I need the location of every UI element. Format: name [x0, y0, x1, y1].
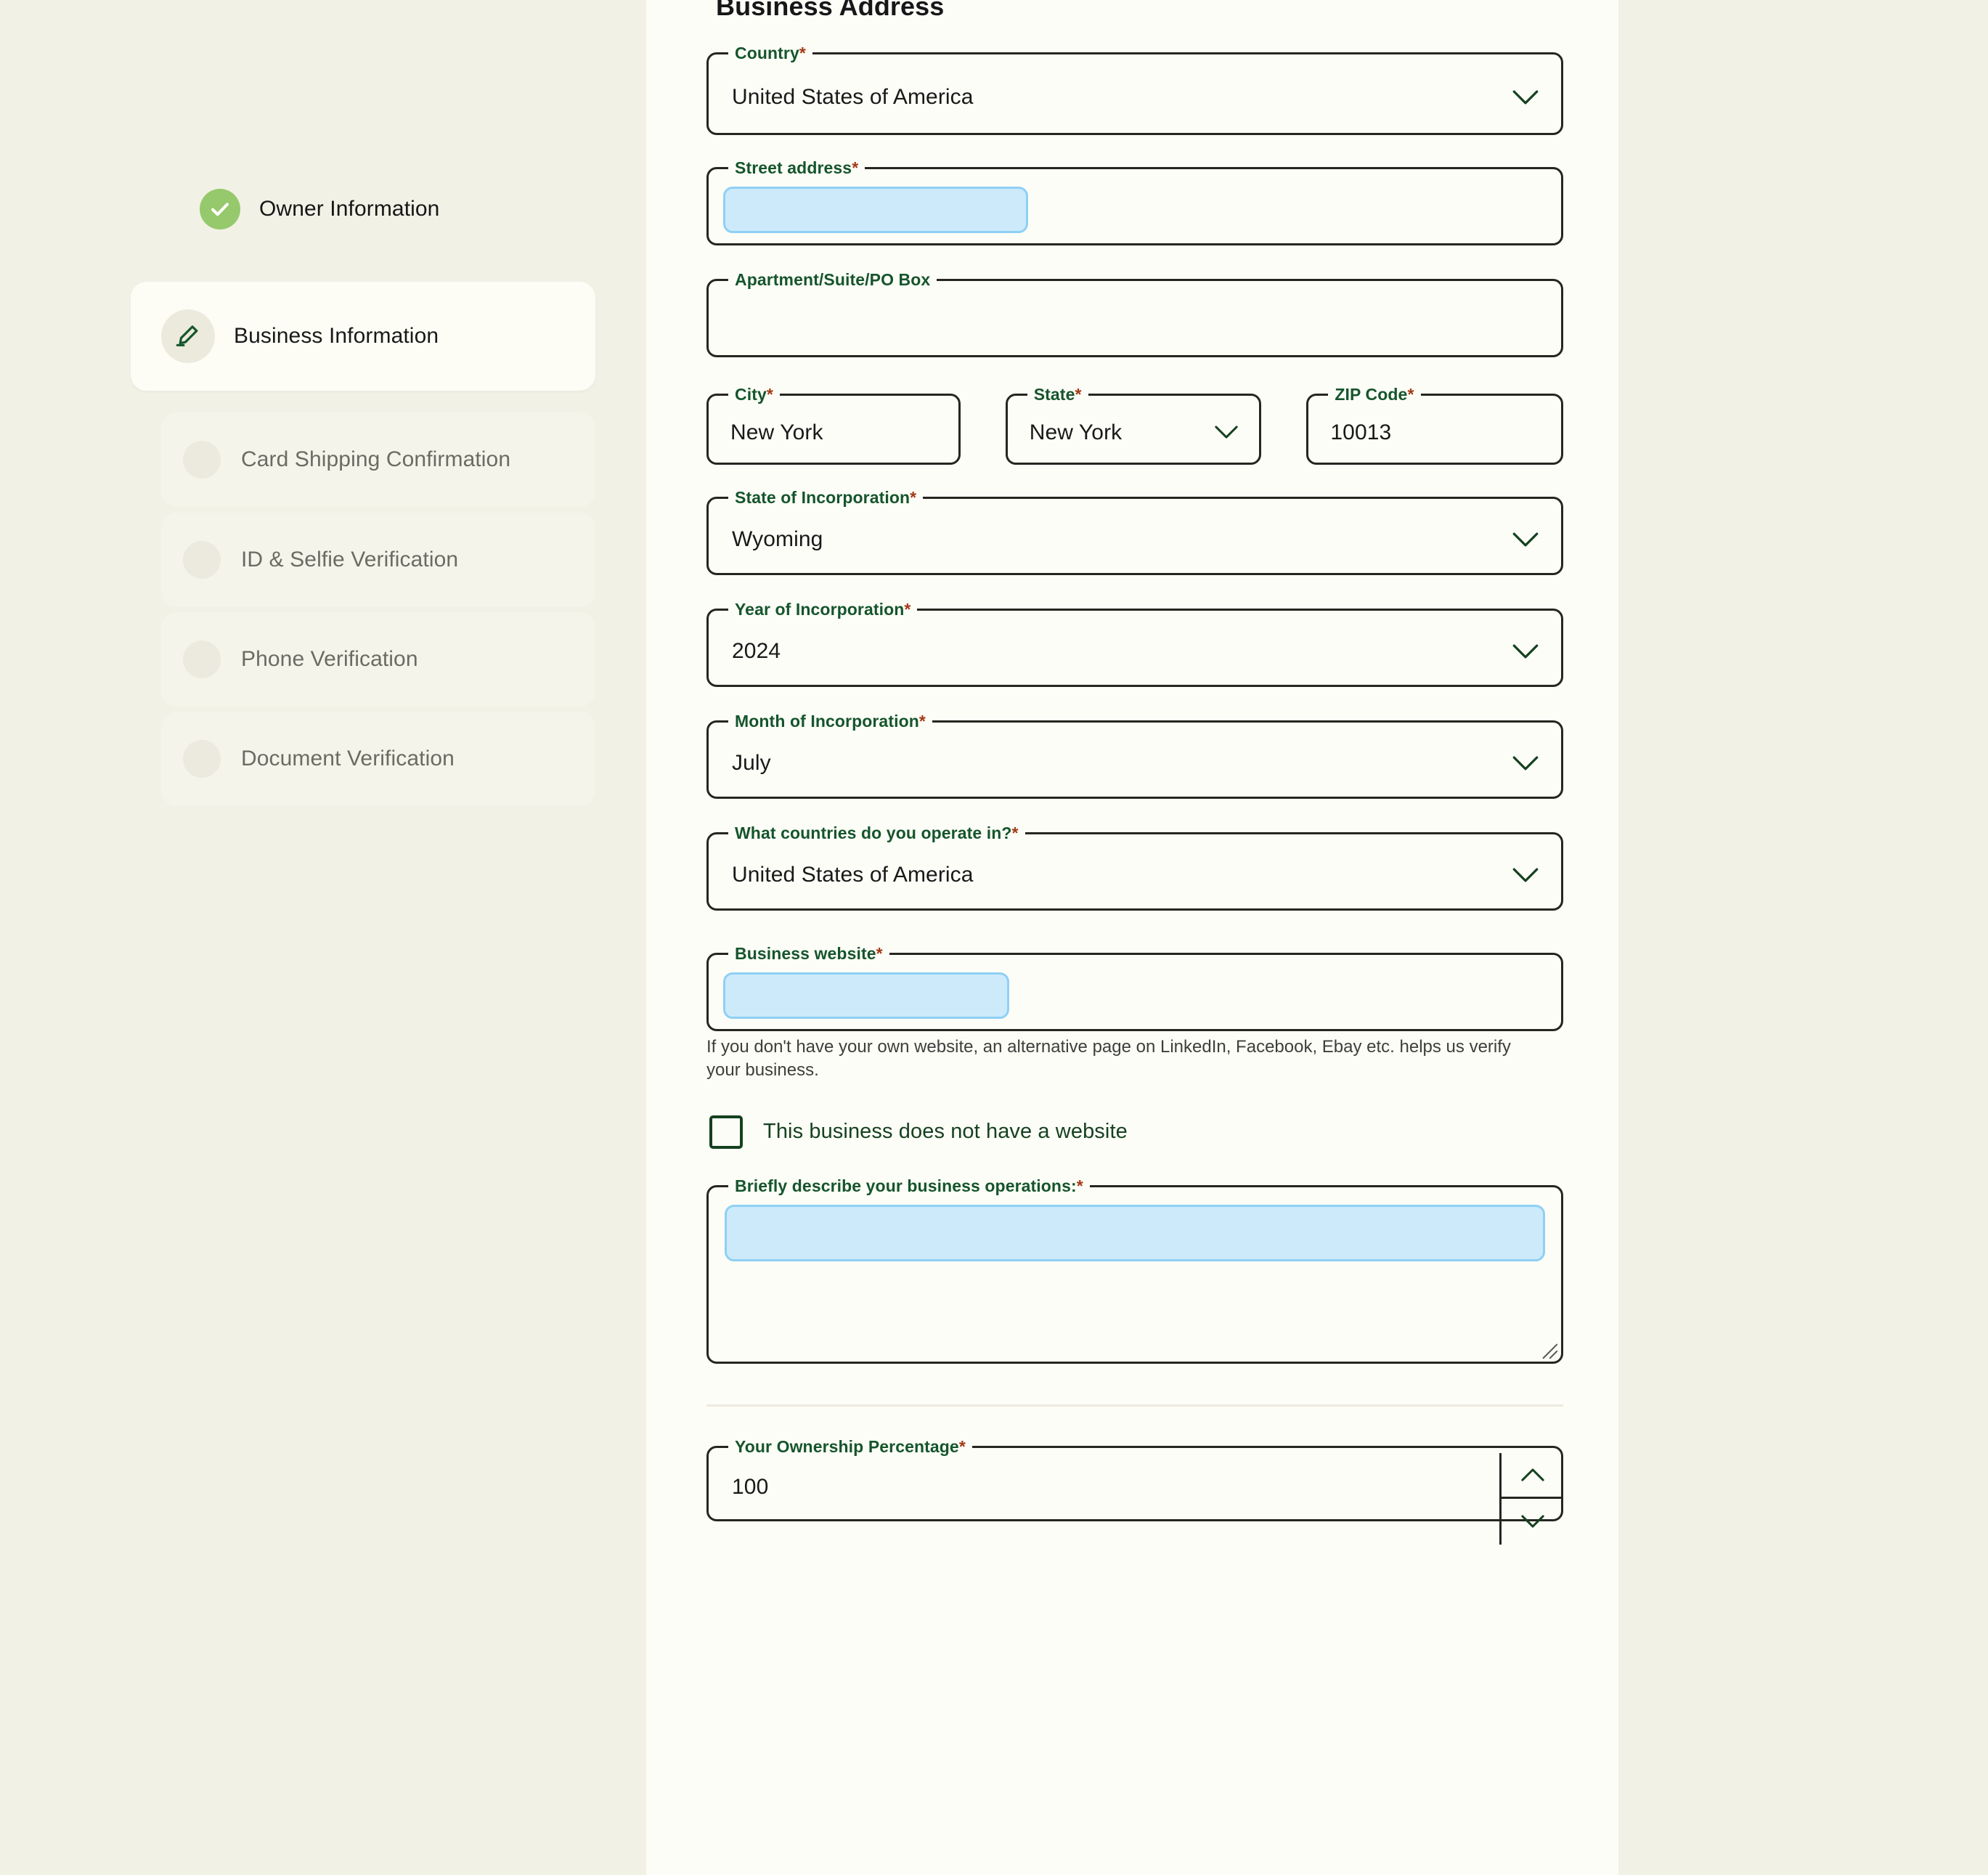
resize-handle-icon[interactable]: [1539, 1341, 1558, 1359]
stepper-decrement-button[interactable]: [1502, 1499, 1563, 1545]
sidebar-item-label: Business Information: [234, 324, 439, 349]
business-operations-textarea-field[interactable]: Briefly describe your business operation…: [706, 1178, 1563, 1364]
sidebar-item-label: Document Verification: [241, 747, 455, 771]
year-of-incorporation-select[interactable]: Year of Incorporation* 2024: [706, 601, 1563, 687]
no-website-checkbox[interactable]: [709, 1115, 743, 1149]
sidebar-item-label: Owner Information: [259, 197, 439, 221]
pencil-icon: [161, 309, 215, 363]
business-information-panel: Business Address Country* United States …: [646, 0, 1618, 1875]
city-state-zip-row: City* New York State* New York ZI: [706, 386, 1563, 465]
business-operations-input[interactable]: [725, 1205, 1545, 1261]
street-address-input[interactable]: [723, 187, 1028, 233]
sidebar-item-id-selfie-verification[interactable]: ID & Selfie Verification: [161, 513, 595, 607]
ownership-percentage-stepper: [1499, 1453, 1563, 1545]
onboarding-stepper-sidebar: Owner Information Business Information C…: [0, 0, 646, 1875]
state-select[interactable]: State* New York: [1006, 386, 1262, 465]
chevron-down-icon: [1512, 755, 1539, 771]
sidebar-item-phone-verification[interactable]: Phone Verification: [161, 612, 595, 707]
chevron-down-icon: [1512, 532, 1539, 548]
stepper-increment-button[interactable]: [1502, 1453, 1563, 1499]
ownership-percentage-field[interactable]: Your Ownership Percentage* 100: [706, 1439, 1563, 1521]
countries-operate-value: United States of America: [732, 863, 1502, 887]
onboarding-page: Owner Information Business Information C…: [0, 0, 1988, 1875]
country-select[interactable]: Country* United States of America: [706, 45, 1563, 135]
city-field[interactable]: City* New York: [706, 386, 961, 465]
state-label: State*: [1027, 386, 1088, 403]
no-website-checkbox-label: This business does not have a website: [763, 1120, 1128, 1144]
business-website-helper-text: If you don't have your own website, an a…: [706, 1036, 1549, 1082]
year-of-incorporation-label: Year of Incorporation*: [728, 601, 917, 618]
zip-code-label: ZIP Code*: [1328, 386, 1420, 403]
country-value: United States of America: [732, 85, 1502, 110]
page-title: Business Address: [716, 0, 1563, 22]
blank-circle-icon: [183, 640, 221, 678]
chevron-down-icon: [1512, 643, 1539, 659]
city-label: City*: [728, 386, 780, 403]
no-website-checkbox-row[interactable]: This business does not have a website: [709, 1115, 1563, 1149]
month-of-incorporation-select[interactable]: Month of Incorporation* July: [706, 713, 1563, 799]
month-of-incorporation-label: Month of Incorporation*: [728, 713, 932, 730]
chevron-down-icon: [1214, 425, 1242, 441]
country-label: Country*: [728, 45, 812, 62]
sidebar-item-label: Phone Verification: [241, 647, 418, 672]
street-address-field[interactable]: Street address*: [706, 160, 1563, 245]
blank-circle-icon: [183, 740, 221, 778]
chevron-down-icon: [1512, 89, 1539, 105]
sidebar-item-card-shipping-confirmation[interactable]: Card Shipping Confirmation: [161, 412, 595, 507]
business-website-label: Business website*: [728, 945, 889, 962]
business-operations-label: Briefly describe your business operation…: [728, 1178, 1090, 1195]
state-value: New York: [1030, 420, 1205, 445]
section-divider: [706, 1404, 1563, 1407]
check-circle-icon: [200, 189, 240, 229]
street-address-label: Street address*: [728, 160, 865, 176]
business-website-input[interactable]: [723, 972, 1009, 1019]
apartment-field[interactable]: Apartment/Suite/PO Box: [706, 272, 1563, 357]
countries-operate-label: What countries do you operate in?*: [728, 825, 1025, 842]
state-of-incorporation-value: Wyoming: [732, 527, 1502, 552]
state-of-incorporation-label: State of Incorporation*: [728, 489, 923, 506]
state-of-incorporation-select[interactable]: State of Incorporation* Wyoming: [706, 489, 1563, 575]
zip-code-field[interactable]: ZIP Code* 10013: [1306, 386, 1563, 465]
ownership-percentage-label: Your Ownership Percentage*: [728, 1439, 972, 1455]
blank-circle-icon: [183, 441, 221, 479]
city-value: New York: [730, 420, 941, 445]
chevron-down-icon: [1512, 867, 1539, 883]
sidebar-item-document-verification[interactable]: Document Verification: [161, 712, 595, 806]
ownership-percentage-value: 100: [732, 1475, 1561, 1500]
sidebar-item-label: Card Shipping Confirmation: [241, 447, 510, 472]
month-of-incorporation-value: July: [732, 751, 1502, 776]
sidebar-item-owner-information[interactable]: Owner Information: [131, 157, 595, 261]
countries-operate-select[interactable]: What countries do you operate in?* Unite…: [706, 825, 1563, 911]
sidebar-item-label: ID & Selfie Verification: [241, 548, 458, 572]
blank-circle-icon: [183, 541, 221, 579]
sidebar-item-business-information[interactable]: Business Information: [131, 282, 595, 391]
apartment-label: Apartment/Suite/PO Box: [728, 272, 937, 288]
business-website-field[interactable]: Business website*: [706, 945, 1563, 1031]
year-of-incorporation-value: 2024: [732, 639, 1502, 664]
zip-code-value: 10013: [1330, 420, 1544, 445]
